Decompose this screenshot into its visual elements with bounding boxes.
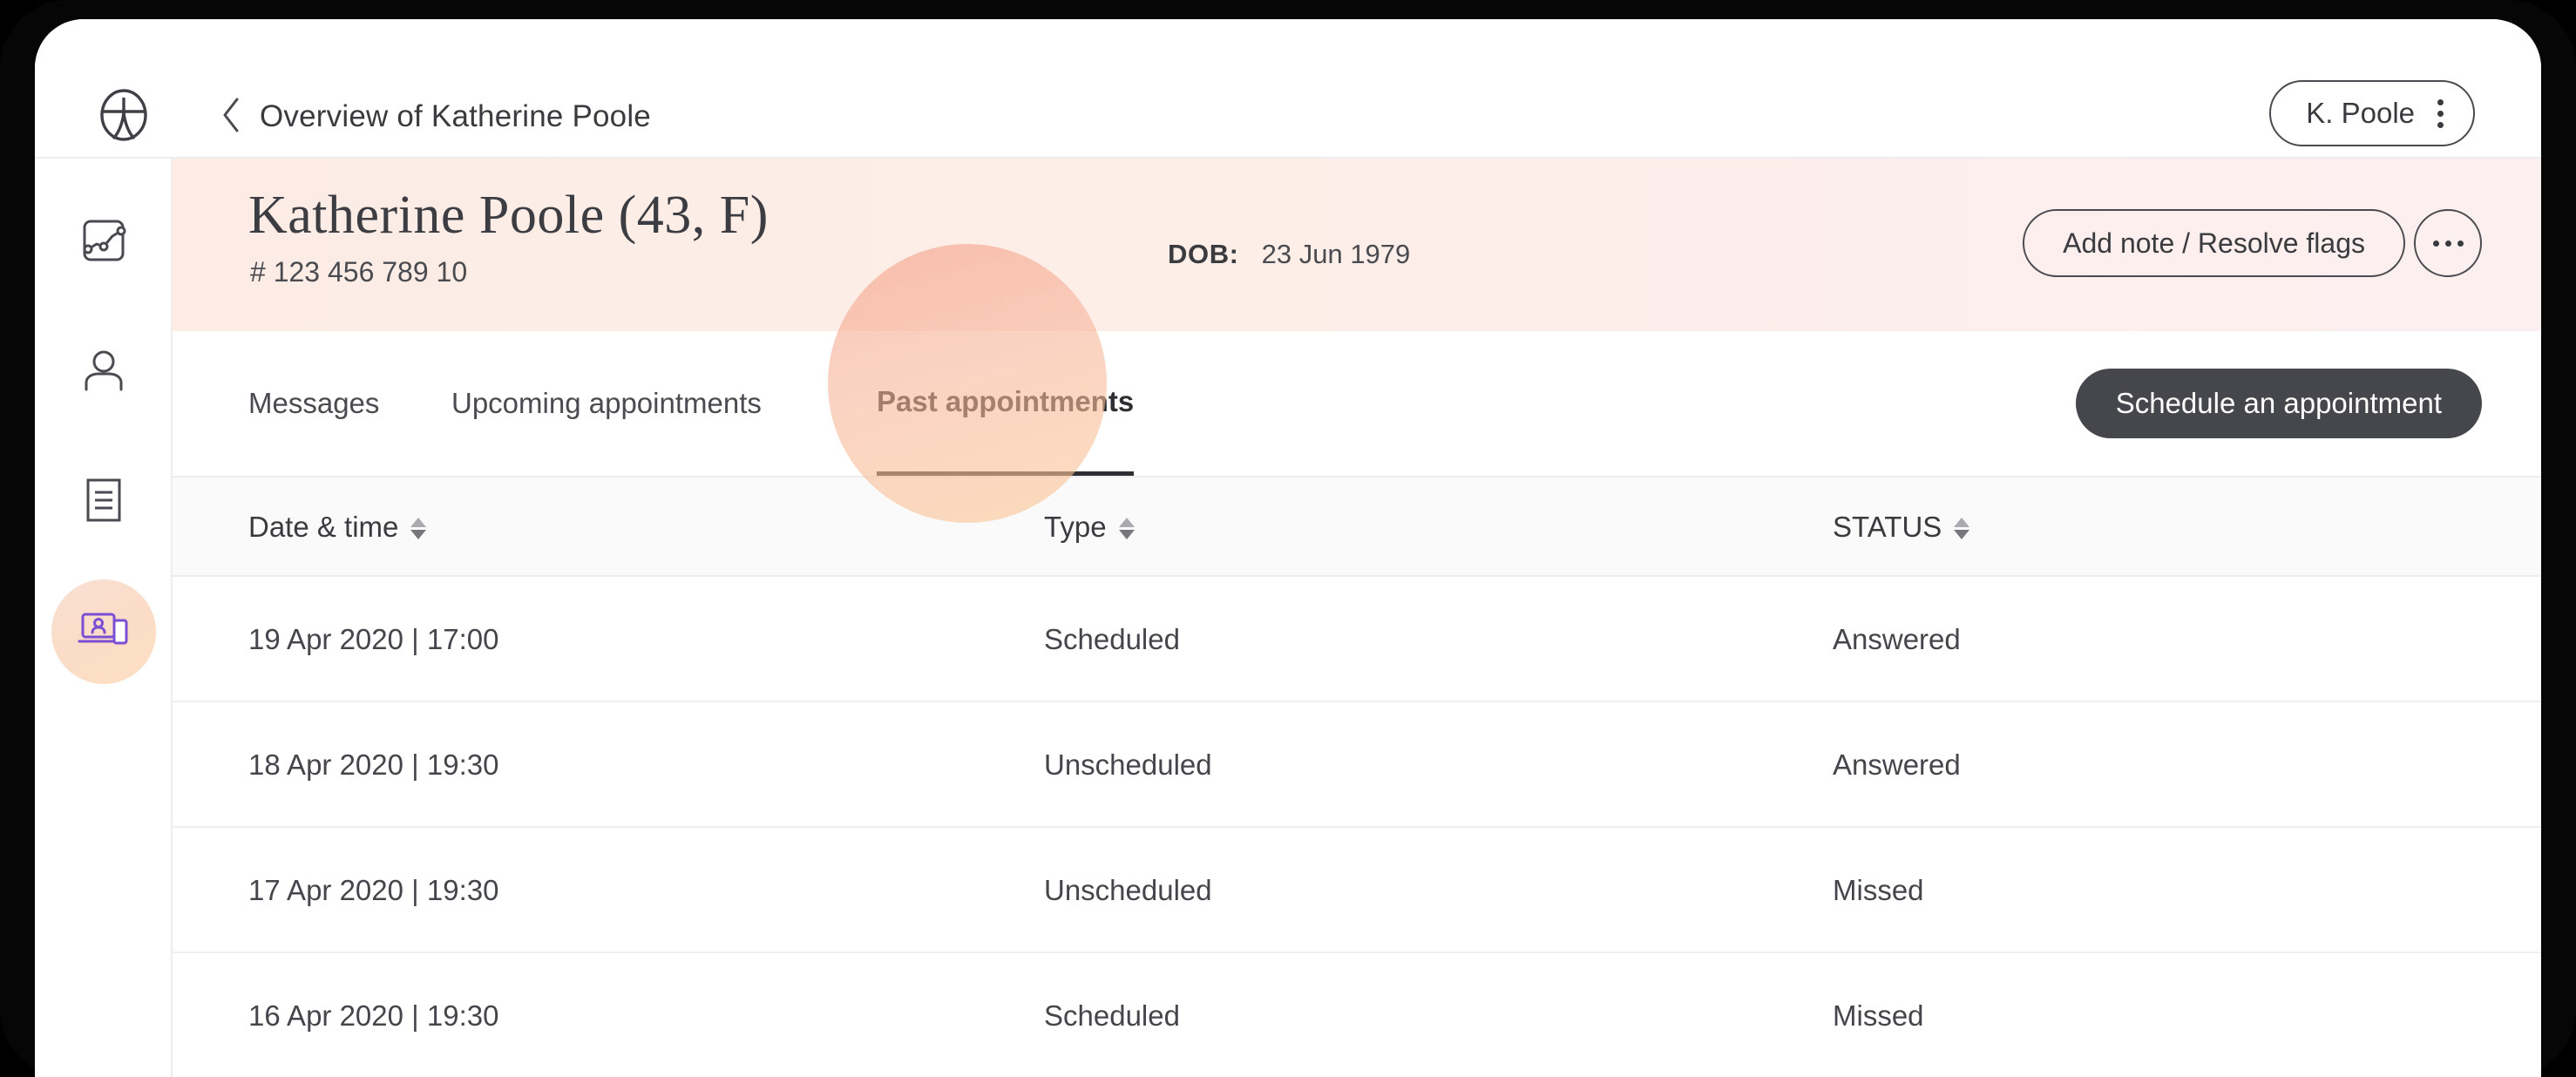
user-account-chip[interactable]: K. Poole xyxy=(2269,80,2475,146)
table-row[interactable]: 18 Apr 2020 | 19:30 Unscheduled Answered xyxy=(173,702,2541,828)
column-header-status[interactable]: STATUS xyxy=(1833,478,1970,577)
patient-id: # 123 456 789 10 xyxy=(250,256,468,288)
cell-status: Answered xyxy=(1833,623,1961,655)
sort-arrows-icon[interactable] xyxy=(410,517,427,539)
clinic-logo-icon xyxy=(96,87,152,143)
cell-date-time: 19 Apr 2020 | 17:00 xyxy=(248,623,499,655)
table-row[interactable]: 16 Apr 2020 | 19:30 Scheduled Missed xyxy=(173,953,2541,1077)
cell-date-time: 18 Apr 2020 | 19:30 xyxy=(248,748,499,781)
table-header-row: Date & time Type STATUS xyxy=(173,478,2541,577)
cell-date-time: 17 Apr 2020 | 19:30 xyxy=(248,874,499,906)
column-header-date-time-label: Date & time xyxy=(248,511,399,543)
sort-arrows-icon[interactable] xyxy=(1954,517,1970,539)
cell-date-time: 16 Apr 2020 | 19:30 xyxy=(248,999,499,1032)
sidebar-item-telehealth[interactable] xyxy=(51,579,156,684)
cell-status: Missed xyxy=(1833,999,1924,1032)
tab-upcoming-appointments[interactable]: Upcoming appointments xyxy=(451,331,762,476)
sort-arrows-icon[interactable] xyxy=(1118,517,1135,539)
column-header-status-label: STATUS xyxy=(1833,511,1942,543)
patient-more-options-button[interactable] xyxy=(2414,209,2482,277)
appointments-table: Date & time Type STATUS 19 Apr 2020 | 17… xyxy=(173,478,2541,1077)
document-notes-icon xyxy=(81,476,126,529)
table-row[interactable]: 19 Apr 2020 | 17:00 Scheduled Answered xyxy=(173,577,2541,702)
sidebar-rail xyxy=(35,159,173,1077)
tab-past-appointments[interactable]: Past appointments xyxy=(877,331,1135,476)
patient-banner: Katherine Poole (43, F) # 123 456 789 10… xyxy=(173,159,2541,331)
column-header-type[interactable]: Type xyxy=(1044,478,1135,577)
add-note-resolve-flags-button[interactable]: Add note / Resolve flags xyxy=(2023,209,2405,277)
chevron-left-icon[interactable] xyxy=(220,96,242,134)
cell-type: Scheduled xyxy=(1044,999,1180,1032)
column-header-type-label: Type xyxy=(1044,511,1107,543)
cell-status: Missed xyxy=(1833,874,1924,906)
sidebar-item-analytics[interactable] xyxy=(51,190,156,295)
cell-type: Unscheduled xyxy=(1044,748,1212,781)
breadcrumb: Overview of Katherine Poole xyxy=(260,99,651,133)
top-header-bar: Overview of Katherine Poole K. Poole xyxy=(35,19,2541,159)
patient-name: Katherine Poole (43, F) xyxy=(248,186,769,245)
tab-messages[interactable]: Messages xyxy=(248,331,379,476)
schedule-appointment-button[interactable]: Schedule an appointment xyxy=(2075,369,2482,438)
tabs-row: Messages Upcoming appointments Past appo… xyxy=(173,331,2541,478)
sidebar-item-patients[interactable] xyxy=(51,320,156,424)
cell-type: Scheduled xyxy=(1044,623,1180,655)
kebab-menu-icon[interactable] xyxy=(2437,98,2444,128)
telehealth-consultation-icon xyxy=(77,606,131,659)
patient-dob: DOB: 23 Jun 1979 xyxy=(1168,239,1410,270)
sidebar-item-documents[interactable] xyxy=(51,450,156,554)
analytics-chart-icon xyxy=(79,216,128,269)
dob-label: DOB: xyxy=(1168,239,1239,269)
column-header-date-time[interactable]: Date & time xyxy=(248,478,427,577)
table-row[interactable]: 17 Apr 2020 | 19:30 Unscheduled Missed xyxy=(173,828,2541,953)
user-profile-icon xyxy=(79,346,128,399)
device-frame: Overview of Katherine Poole K. Poole Kat… xyxy=(0,0,2576,1077)
app-surface: Overview of Katherine Poole K. Poole Kat… xyxy=(35,19,2541,1077)
cell-type: Unscheduled xyxy=(1044,874,1212,906)
cell-status: Answered xyxy=(1833,748,1961,781)
user-chip-label: K. Poole xyxy=(2306,97,2415,129)
dob-value: 23 Jun 1979 xyxy=(1261,239,1411,269)
